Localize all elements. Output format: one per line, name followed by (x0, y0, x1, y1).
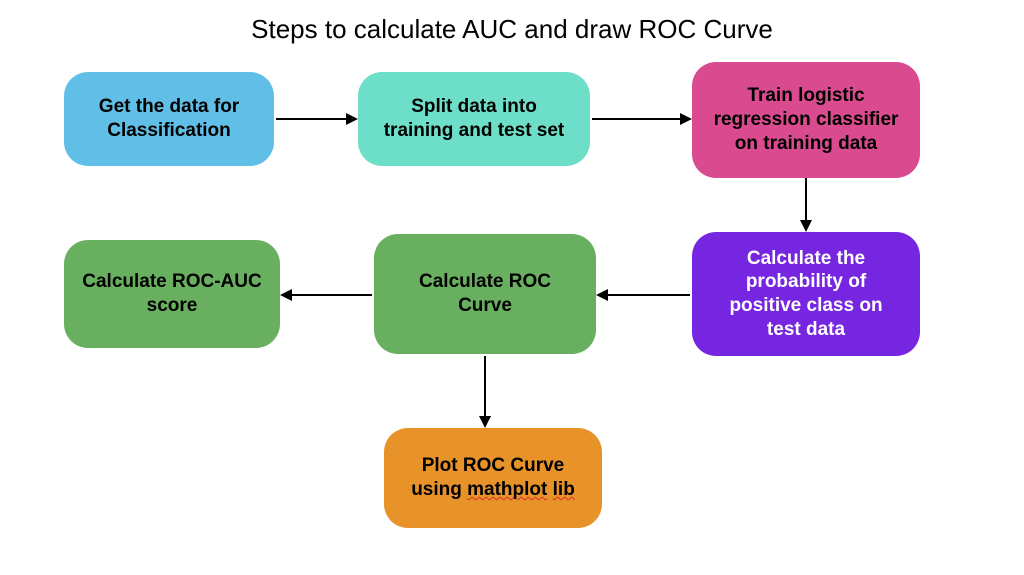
arrow-1-to-2 (276, 118, 346, 120)
step-2-label: Split data into training and test set (376, 95, 572, 143)
step-6-calculate-roc-auc: Calculate ROC-AUC score (64, 240, 280, 348)
arrow-5-to-7 (484, 356, 486, 416)
step-1-label: Get the data for Classification (82, 95, 256, 143)
step-3-label: Train logistic regression classifier on … (710, 84, 902, 155)
arrow-5-to-6-head (280, 289, 292, 301)
step-5-calculate-roc-curve: Calculate ROC Curve (374, 234, 596, 354)
step-7-mathplot: mathplot (467, 479, 547, 500)
arrow-1-to-2-head (346, 113, 358, 125)
step-7-lib: lib (553, 479, 575, 500)
step-7-plot-roc-curve: Plot ROC Curve using mathplot lib (384, 428, 602, 528)
arrow-3-to-4-head (800, 220, 812, 232)
step-6-label: Calculate ROC-AUC score (82, 270, 262, 318)
step-7-label: Plot ROC Curve using mathplot lib (402, 454, 584, 502)
arrow-5-to-6 (292, 294, 372, 296)
arrow-2-to-3 (592, 118, 680, 120)
step-4-calculate-probability: Calculate the probability of positive cl… (692, 232, 920, 356)
step-1-get-data: Get the data for Classification (64, 72, 274, 166)
step-5-label: Calculate ROC Curve (392, 270, 578, 318)
arrow-4-to-5-head (596, 289, 608, 301)
arrow-5-to-7-head (479, 416, 491, 428)
step-2-split-data: Split data into training and test set (358, 72, 590, 166)
step-4-label: Calculate the probability of positive cl… (710, 247, 902, 342)
arrow-3-to-4 (805, 178, 807, 220)
diagram-title: Steps to calculate AUC and draw ROC Curv… (0, 14, 1024, 45)
step-3-train-classifier: Train logistic regression classifier on … (692, 62, 920, 178)
arrow-2-to-3-head (680, 113, 692, 125)
arrow-4-to-5 (608, 294, 690, 296)
